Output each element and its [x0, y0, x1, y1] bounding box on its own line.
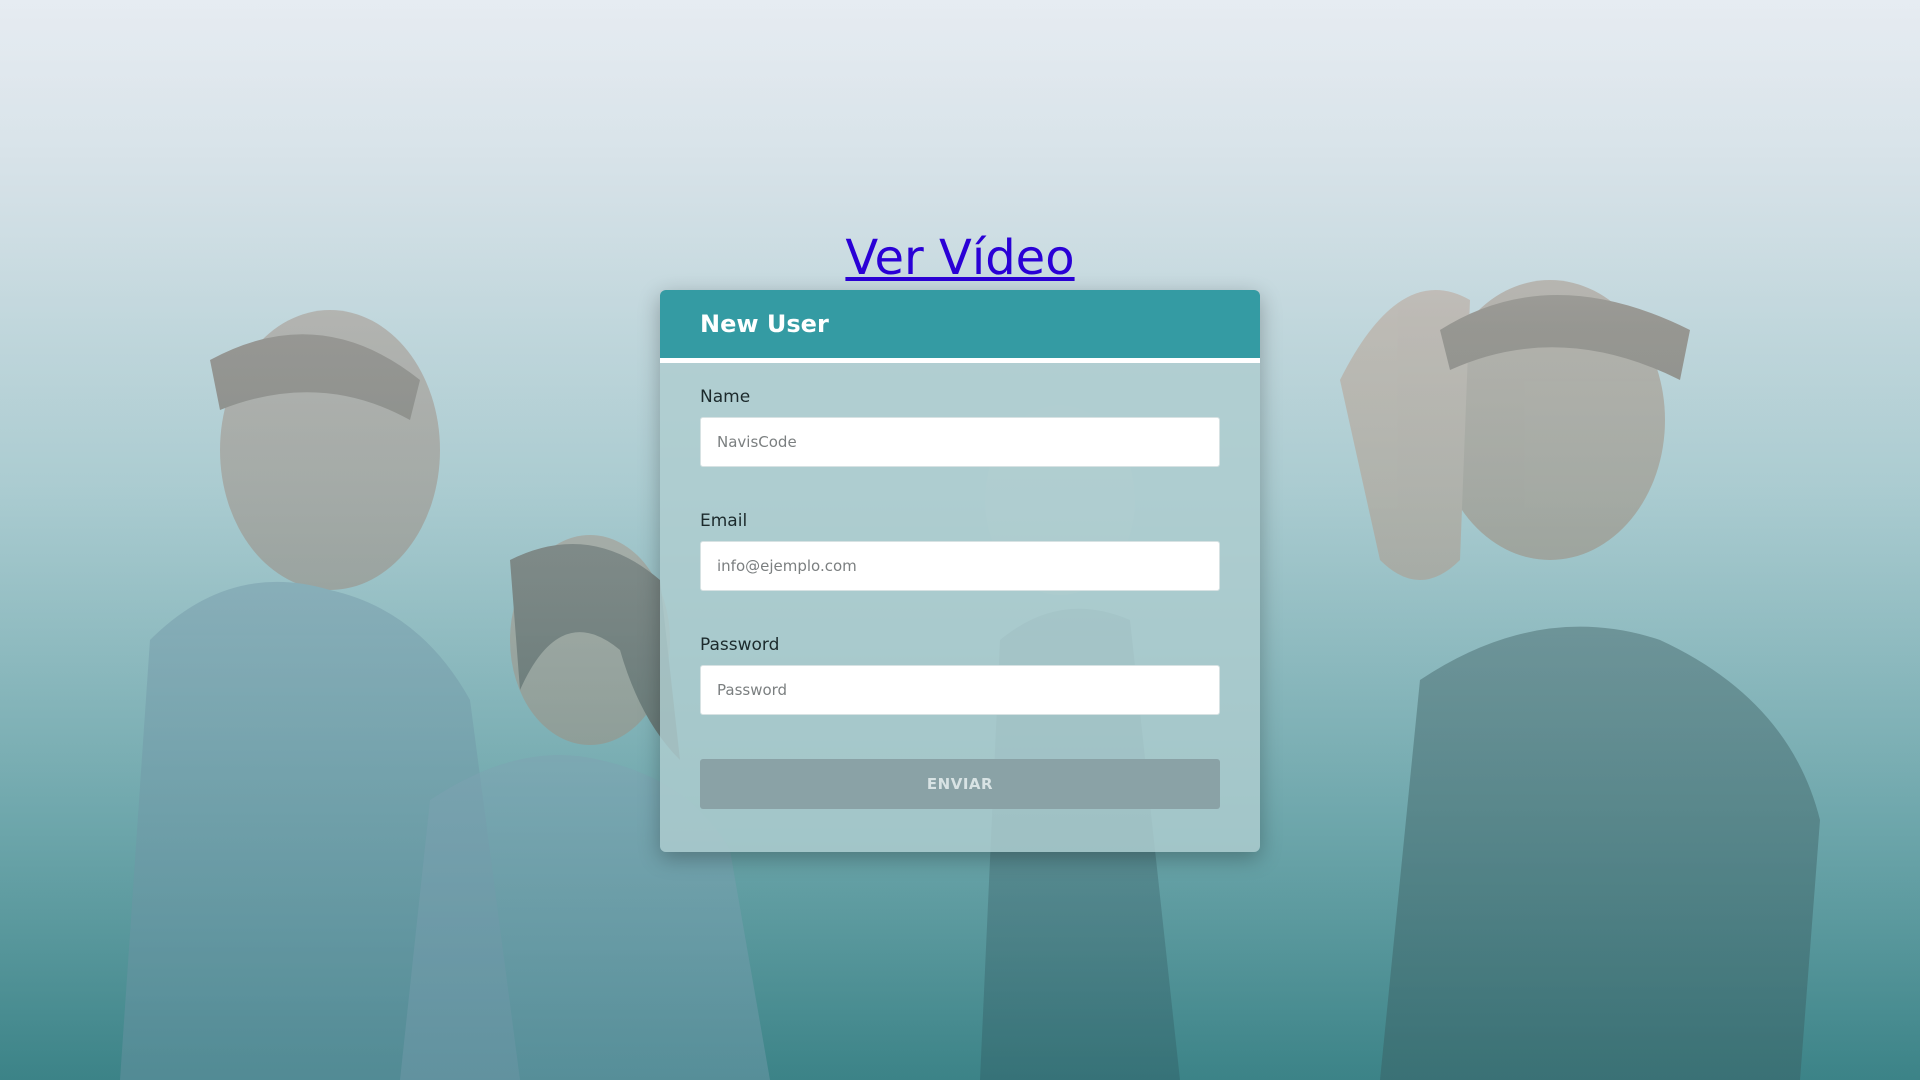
- name-field-group: Name: [700, 387, 1220, 467]
- password-field-group: Password: [700, 635, 1220, 715]
- new-user-card: New User Name Email Password ENVIAR: [660, 290, 1260, 852]
- name-label: Name: [700, 387, 751, 407]
- email-label: Email: [700, 511, 748, 531]
- card-header: New User: [660, 290, 1260, 363]
- card-title: New User: [700, 310, 829, 338]
- password-input[interactable]: [700, 665, 1220, 715]
- submit-button[interactable]: ENVIAR: [700, 759, 1220, 809]
- view-video-link[interactable]: Ver Vídeo: [0, 226, 1920, 290]
- password-label: Password: [700, 635, 780, 655]
- page-background: Ver Vídeo New User Name Email Password E…: [0, 0, 1920, 1080]
- email-field-group: Email: [700, 511, 1220, 591]
- new-user-form: Name Email Password ENVIAR: [660, 363, 1260, 809]
- name-input[interactable]: [700, 417, 1220, 467]
- email-input[interactable]: [700, 541, 1220, 591]
